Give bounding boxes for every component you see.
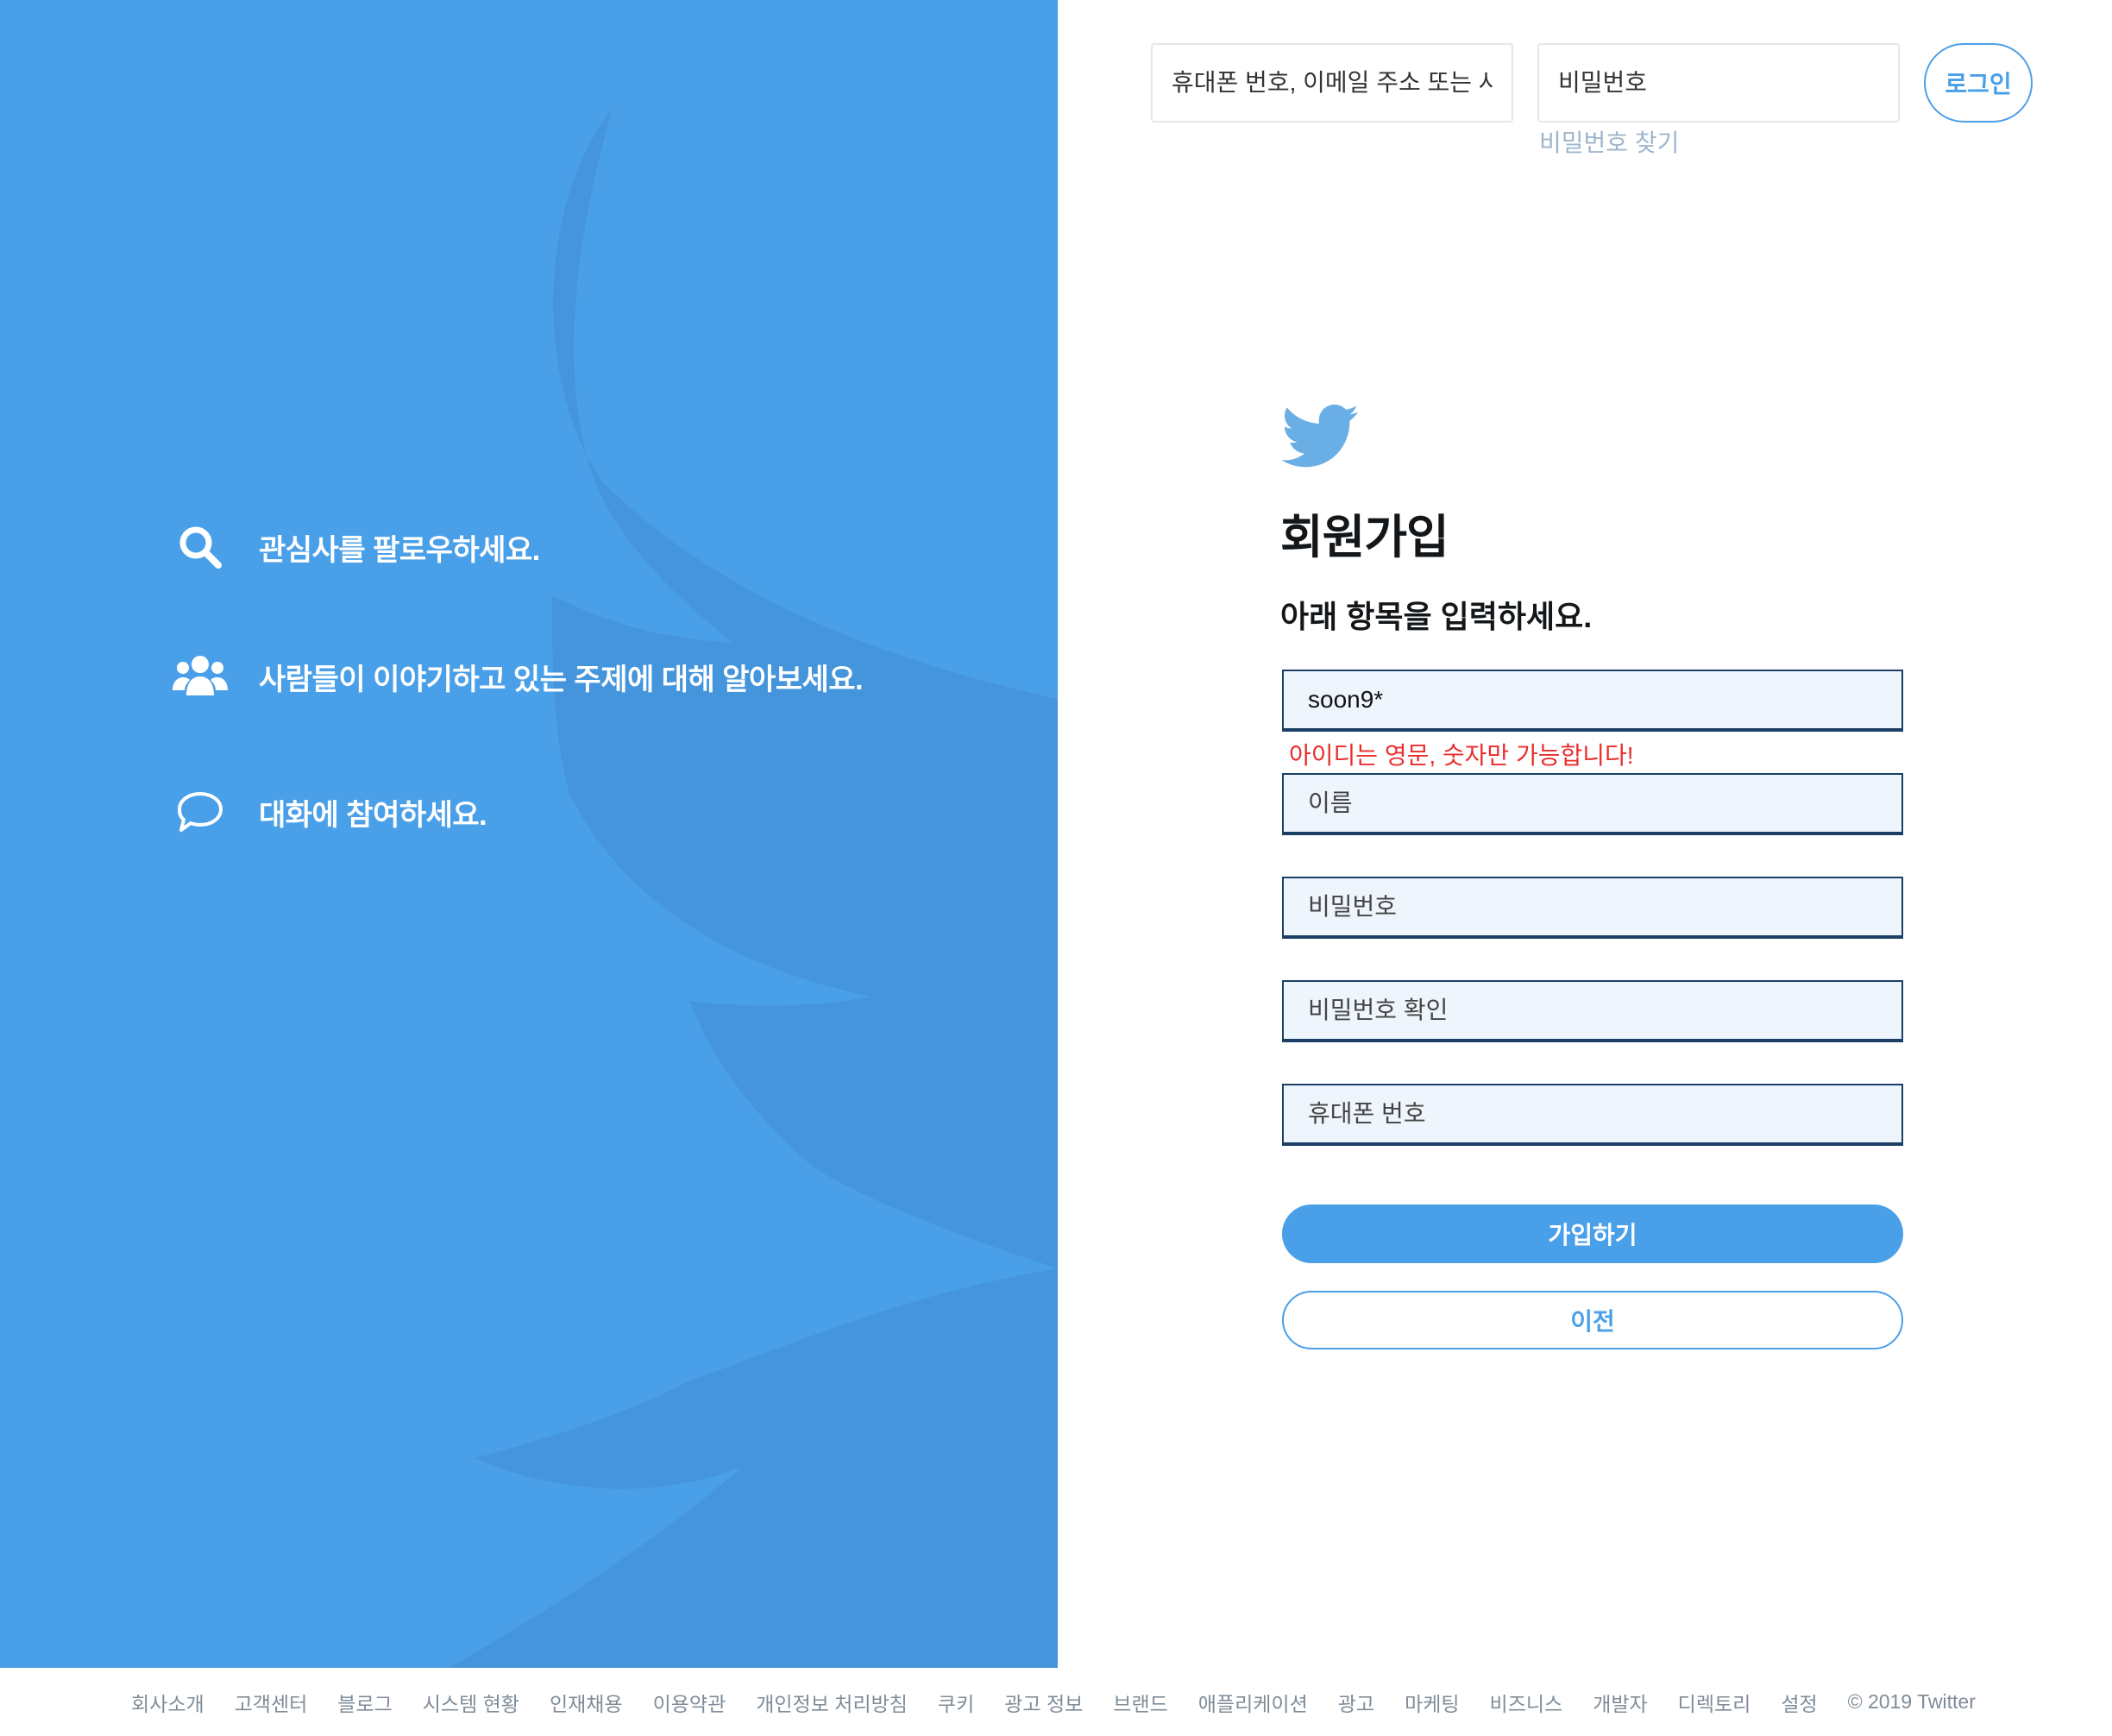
login-button[interactable]: 로그인	[1924, 43, 2033, 123]
footer-link-status[interactable]: 시스템 현황	[423, 1688, 519, 1717]
password-confirm-input[interactable]	[1282, 980, 1903, 1042]
footer-link-advertise[interactable]: 광고	[1338, 1688, 1374, 1717]
footer-link-jobs[interactable]: 인재채용	[550, 1688, 623, 1717]
search-icon	[171, 518, 229, 576]
feature-follow-interests: 관심사를 팔로우하세요.	[171, 518, 540, 576]
footer-link-directory[interactable]: 디렉토리	[1678, 1688, 1751, 1717]
name-input[interactable]	[1282, 773, 1903, 835]
footer-link-apps[interactable]: 애플리케이션	[1198, 1688, 1308, 1717]
footer-copyright: © 2019 Twitter	[1847, 1690, 1976, 1713]
footer-link-help-center[interactable]: 고객센터	[235, 1688, 308, 1717]
footer-link-marketing[interactable]: 마케팅	[1405, 1688, 1459, 1717]
footer-link-ads-info[interactable]: 광고 정보	[1004, 1688, 1083, 1717]
footer-link-about[interactable]: 회사소개	[131, 1688, 204, 1717]
footer-link-terms[interactable]: 이용약관	[653, 1688, 726, 1717]
feature-join-conversation: 대화에 참여하세요.	[171, 783, 487, 841]
back-button[interactable]: 이전	[1282, 1291, 1903, 1349]
feature-text: 대화에 참여하세요.	[259, 798, 487, 832]
signup-submit-button[interactable]: 가입하기	[1282, 1205, 1903, 1263]
phone-input[interactable]	[1282, 1084, 1903, 1146]
page-title: 회원가입	[1280, 512, 1449, 563]
login-password-input[interactable]	[1537, 43, 1900, 123]
login-id-input[interactable]	[1151, 43, 1513, 123]
footer-link-blog[interactable]: 블로그	[337, 1688, 392, 1717]
feature-text: 관심사를 팔로우하세요.	[259, 533, 540, 567]
twitter-bird-icon	[1282, 404, 1359, 468]
userid-error-message: 아이디는 영문, 숫자만 가능합니다!	[1289, 742, 1634, 769]
password-input[interactable]	[1282, 877, 1903, 939]
footer-link-privacy[interactable]: 개인정보 처리방침	[756, 1688, 908, 1717]
footer-link-settings[interactable]: 설정	[1781, 1688, 1817, 1717]
feature-text: 사람들이 이야기하고 있는 주제에 대해 알아보세요.	[259, 663, 864, 696]
footer-link-business[interactable]: 비즈니스	[1490, 1688, 1563, 1717]
background-bird-icon	[449, 108, 1058, 1668]
footer-link-brand[interactable]: 브랜드	[1113, 1688, 1167, 1717]
footer: 회사소개 고객센터 블로그 시스템 현황 인재채용 이용약관 개인정보 처리방침…	[0, 1668, 2112, 1736]
people-icon	[171, 647, 229, 706]
speech-bubble-icon	[171, 783, 229, 841]
form-subtitle: 아래 항목을 입력하세요.	[1280, 599, 1593, 634]
forgot-password-link[interactable]: 비밀번호 찾기	[1539, 124, 1679, 159]
left-panel: 관심사를 팔로우하세요. 사람들이 이야기하고 있는 주제에 대해 알아보세요.…	[0, 0, 1058, 1668]
userid-input[interactable]	[1282, 670, 1903, 732]
footer-link-developers[interactable]: 개발자	[1593, 1688, 1647, 1717]
footer-link-cookies[interactable]: 쿠키	[938, 1688, 974, 1717]
feature-discover-topics: 사람들이 이야기하고 있는 주제에 대해 알아보세요.	[171, 647, 864, 706]
